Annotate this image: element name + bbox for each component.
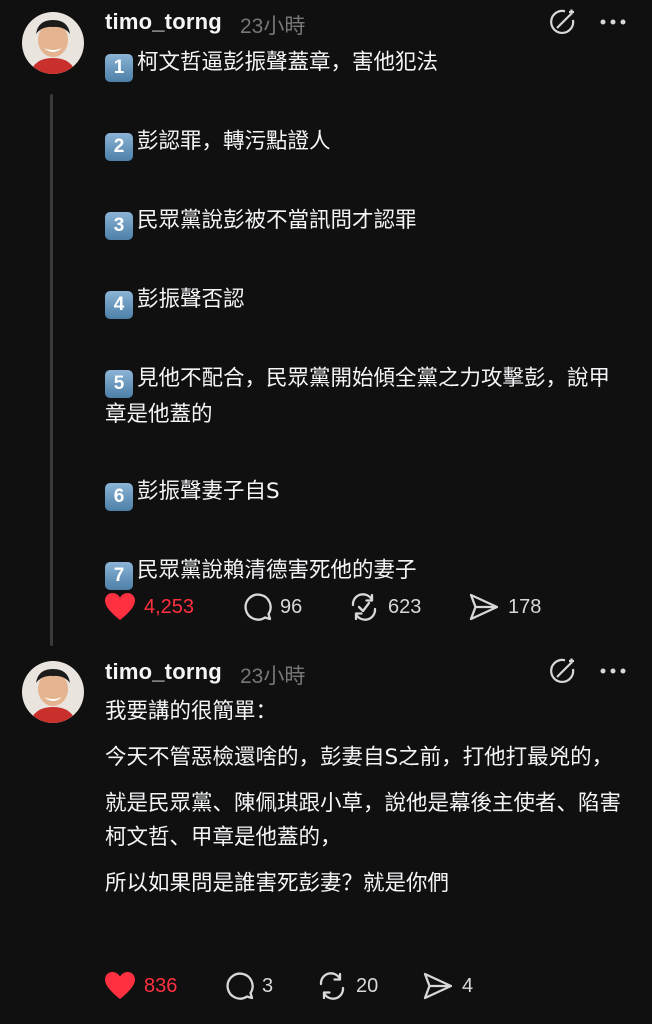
keycap-number-icon: 7: [105, 562, 133, 590]
thread-line: [50, 94, 53, 646]
avatar[interactable]: [22, 12, 84, 74]
keycap-number-icon: 2: [105, 133, 133, 161]
like-count: 4,253: [144, 595, 195, 618]
list-item: 7 民眾黨說賴清德害死他的妻子: [105, 554, 625, 590]
repost-icon: [319, 972, 345, 1000]
translate-icon[interactable]: [548, 7, 578, 37]
post-body: 我要講的很簡單： 今天不管惡檢還啥的，彭妻自S之前，打他打最兇的， 就是民眾黨、…: [105, 695, 625, 901]
share-button[interactable]: 4: [422, 969, 473, 1003]
list-item: 2 彭認罪，轉污點證人: [105, 125, 625, 161]
repost-button[interactable]: 20: [316, 969, 378, 1003]
action-bar: 836 3 20 4: [104, 969, 564, 1003]
timestamp[interactable]: 23小時: [240, 10, 305, 40]
timestamp[interactable]: 23小時: [240, 660, 305, 690]
reply-button[interactable]: 3: [224, 969, 273, 1003]
list-item: 5 見他不配合，民眾黨開始傾全黨之力攻擊彭，說甲章是他蓋的: [105, 366, 611, 427]
repost-icon: [351, 593, 377, 621]
share-button[interactable]: 178: [468, 590, 541, 624]
share-count: 178: [508, 595, 542, 618]
reply-button[interactable]: 96: [242, 590, 302, 624]
post-body: 1 柯文哲逼彭振聲蓋章，害他犯法 2 彭認罪，轉污點證人 3 民眾黨說彭被不當訊問才認…: [105, 46, 625, 590]
heart-icon: [105, 972, 135, 999]
more-icon[interactable]: [598, 656, 628, 686]
keycap-number-icon: 1: [105, 54, 133, 82]
avatar[interactable]: [22, 661, 84, 723]
share-icon: [469, 593, 499, 621]
list-item: 4 彭振聲否認: [105, 283, 625, 319]
list-item: 6 彭振聲妻子自S: [105, 475, 625, 511]
comment-icon: [244, 593, 272, 621]
like-count: 836: [144, 974, 178, 997]
translate-icon[interactable]: [548, 656, 578, 686]
repost-count: 20: [356, 974, 379, 997]
repost-button[interactable]: 623: [348, 590, 421, 624]
action-bar: 4,253 96 623 178: [104, 590, 564, 624]
repost-count: 623: [388, 595, 422, 618]
more-icon[interactable]: [598, 7, 628, 37]
reply-count: 96: [280, 595, 303, 618]
paragraph: 今天不管惡檢還啥的，彭妻自S之前，打他打最兇的，: [105, 745, 614, 770]
like-button[interactable]: 4,253: [104, 590, 194, 624]
reply-count: 3: [262, 974, 274, 997]
paragraph: 就是民眾黨、陳佩琪跟小草，說他是幕後主使者、陷害柯文哲、甲章是他蓋的，: [105, 791, 622, 850]
username[interactable]: timo_torng: [105, 659, 222, 685]
heart-icon: [105, 593, 135, 620]
comment-icon: [226, 972, 254, 1000]
username[interactable]: timo_torng: [105, 9, 222, 35]
keycap-number-icon: 6: [105, 483, 133, 511]
list-item: 3 民眾黨說彭被不當訊問才認罪: [105, 204, 625, 240]
like-button[interactable]: 836: [104, 969, 177, 1003]
list-item: 1 柯文哲逼彭振聲蓋章，害他犯法: [105, 46, 625, 82]
share-count: 4: [462, 974, 474, 997]
keycap-number-icon: 5: [105, 370, 133, 398]
paragraph: 所以如果問是誰害死彭妻？就是你們: [105, 871, 450, 896]
share-icon: [423, 972, 453, 1000]
paragraph: 我要講的很簡單：: [105, 699, 278, 724]
keycap-number-icon: 3: [105, 212, 133, 240]
keycap-number-icon: 4: [105, 291, 133, 319]
